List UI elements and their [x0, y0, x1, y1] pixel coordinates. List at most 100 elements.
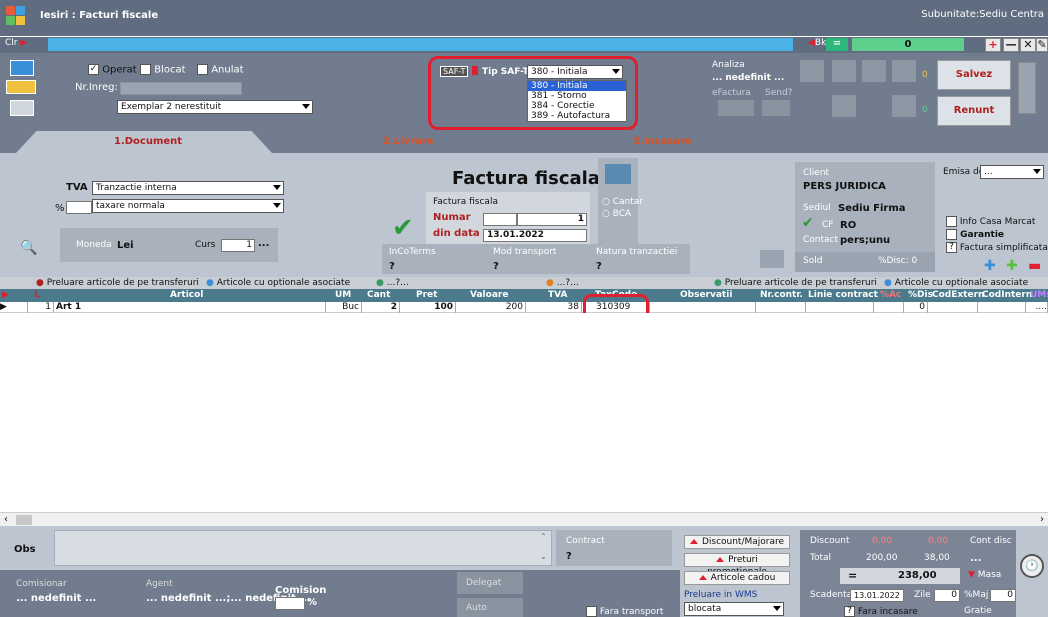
preluare-transferuri-right[interactable]: ● Preluare articole de pe transferuri: [714, 278, 877, 288]
lookup-1[interactable]: ● ...?...: [376, 278, 409, 288]
cantar-radio[interactable]: ○ Cantar: [602, 197, 643, 207]
col-ac[interactable]: %Ac: [880, 290, 901, 300]
cell-nr[interactable]: 1: [28, 302, 54, 313]
discount-majorare-button[interactable]: Discount/Majorare: [684, 535, 790, 549]
obs-field[interactable]: [54, 530, 552, 566]
horizontal-scrollbar[interactable]: ‹ ›: [0, 512, 1048, 526]
minus-red-icon[interactable]: ▬: [1028, 258, 1041, 274]
wms-select[interactable]: blocata: [684, 602, 784, 616]
bulb-icon[interactable]: [862, 60, 886, 82]
cell-codextern[interactable]: [928, 302, 978, 313]
tab-livrare[interactable]: 2.Livrare: [383, 136, 433, 147]
salvez-button[interactable]: Salvez: [937, 60, 1011, 90]
zoom-icon[interactable]: 🔍: [20, 240, 37, 256]
bca-radio[interactable]: ○ BCA: [602, 209, 631, 219]
tools-icon[interactable]: [892, 60, 916, 82]
side-scroller[interactable]: [1018, 62, 1036, 114]
cell-um[interactable]: Buc: [326, 302, 362, 313]
cell-pret[interactable]: 100: [400, 302, 456, 313]
natura-value[interactable]: ?: [596, 261, 602, 272]
toolbar-icon-1[interactable]: [800, 60, 824, 82]
articole-optionale-left[interactable]: ● Articole cu optionale asociate: [206, 278, 350, 288]
add-button[interactable]: +: [985, 38, 1001, 52]
register-icon[interactable]: [760, 250, 784, 268]
lookup-2[interactable]: ● ...?...: [546, 278, 579, 288]
curs-more-button[interactable]: ...: [258, 238, 269, 249]
scroll-thumb[interactable]: [16, 515, 32, 525]
preluare-transferuri-left[interactable]: ● Preluare articole de pe transferuri: [36, 278, 199, 288]
cell-linie-contract[interactable]: [806, 302, 874, 313]
taxare-select[interactable]: taxare normala: [92, 199, 284, 213]
articole-optionale-right[interactable]: ● Articole cu optionale asociate: [884, 278, 1028, 288]
nr-inreg-field[interactable]: [120, 82, 242, 95]
col-l[interactable]: L: [34, 290, 40, 300]
document-icon[interactable]: [832, 60, 856, 82]
cell-ums[interactable]: ....: [1026, 302, 1048, 313]
comisionar-value[interactable]: ... nedefinit ...: [16, 593, 96, 604]
cell-ac[interactable]: [874, 302, 904, 313]
equals-button[interactable]: =: [826, 38, 848, 51]
curs-field[interactable]: 1: [221, 239, 255, 252]
contract-value[interactable]: ?: [566, 551, 572, 562]
numar-field[interactable]: 1: [517, 213, 587, 226]
pct-field[interactable]: [66, 201, 92, 214]
print-icon[interactable]: [10, 100, 34, 116]
col-tva[interactable]: TVA: [548, 290, 567, 300]
col-observatii[interactable]: Observatii: [680, 290, 732, 300]
col-ums[interactable]: UMs: [1030, 290, 1048, 300]
folder-icon[interactable]: [10, 60, 34, 76]
folder-gray-icon[interactable]: [892, 95, 916, 117]
exemplar-select[interactable]: Exemplar 2 nerestituit: [117, 100, 313, 114]
analiza-value[interactable]: ... nedefinit ...: [712, 73, 784, 83]
cont-disc-value[interactable]: ...: [970, 553, 981, 564]
col-codintern[interactable]: CodIntern: [982, 290, 1032, 300]
edit-button[interactable]: ✎: [1036, 38, 1048, 52]
blocat-checkbox[interactable]: Blocat: [140, 64, 186, 76]
send-icon[interactable]: [762, 100, 790, 116]
maj-field[interactable]: 0: [990, 589, 1016, 602]
cf-value[interactable]: RO: [840, 220, 856, 231]
scroll-right-icon[interactable]: ›: [1040, 514, 1044, 525]
moneda-value[interactable]: Lei: [117, 240, 134, 251]
col-dis[interactable]: %Dis: [908, 290, 933, 300]
cell-cant[interactable]: 2: [362, 302, 400, 313]
fara-transport-checkbox[interactable]: Fara transport: [586, 606, 663, 617]
emisa-select[interactable]: ...: [980, 165, 1044, 179]
incoterms-value[interactable]: ?: [389, 261, 395, 272]
col-pret[interactable]: Pret: [416, 290, 437, 300]
clock-icon[interactable]: 🕐: [1020, 554, 1044, 578]
col-valoare[interactable]: Valoare: [470, 290, 508, 300]
cell-codintern[interactable]: [978, 302, 1026, 313]
col-linie-contract[interactable]: Linie contract: [808, 290, 878, 300]
cell-valoare[interactable]: 200: [456, 302, 526, 313]
efactura-icon[interactable]: [718, 100, 754, 116]
garantie-checkbox[interactable]: Garantie: [946, 229, 1004, 240]
contact-value[interactable]: pers;unu: [840, 235, 890, 246]
obs-scroll-down-icon[interactable]: ⌄: [540, 552, 547, 561]
cell-nr-contr[interactable]: [756, 302, 806, 313]
cell-tva[interactable]: 38: [526, 302, 582, 313]
col-cant[interactable]: Cant: [367, 290, 390, 300]
obs-scroll-up-icon[interactable]: ⌃: [540, 532, 547, 541]
operat-checkbox[interactable]: ✓ Operat: [88, 64, 137, 76]
scadenta-field[interactable]: 13.01.2022: [850, 589, 904, 602]
comision-field[interactable]: [275, 597, 305, 610]
col-um[interactable]: UM: [335, 290, 351, 300]
cell-dis[interactable]: 0: [904, 302, 928, 313]
plus-blue-icon[interactable]: ✚: [984, 258, 996, 274]
table-row[interactable]: ▶ 1 Art 1 Buc 2 100 200 38 310309 0 ....: [0, 302, 1048, 313]
fara-incasare-checkbox[interactable]: ? Fara incasare: [844, 606, 918, 617]
bk-button[interactable]: ◀Bk: [808, 38, 826, 48]
cell-articol[interactable]: Art 1: [54, 302, 326, 313]
minimize-button[interactable]: —: [1003, 38, 1019, 52]
anulat-checkbox[interactable]: Anulat: [197, 64, 244, 76]
factura-simplificata-checkbox[interactable]: ? Factura simplificata: [946, 242, 1048, 253]
info-casa-checkbox[interactable]: Info Casa Marcat: [946, 216, 1035, 227]
tva-select[interactable]: Tranzactie interna: [92, 181, 284, 195]
date-field[interactable]: 13.01.2022: [483, 229, 587, 242]
printer-icon[interactable]: [832, 95, 856, 117]
clear-button[interactable]: Clr ▶: [5, 38, 27, 48]
serie-field[interactable]: [483, 213, 517, 226]
scroll-left-icon[interactable]: ‹: [4, 514, 8, 525]
col-nr-contr[interactable]: Nr.contr.: [760, 290, 803, 300]
